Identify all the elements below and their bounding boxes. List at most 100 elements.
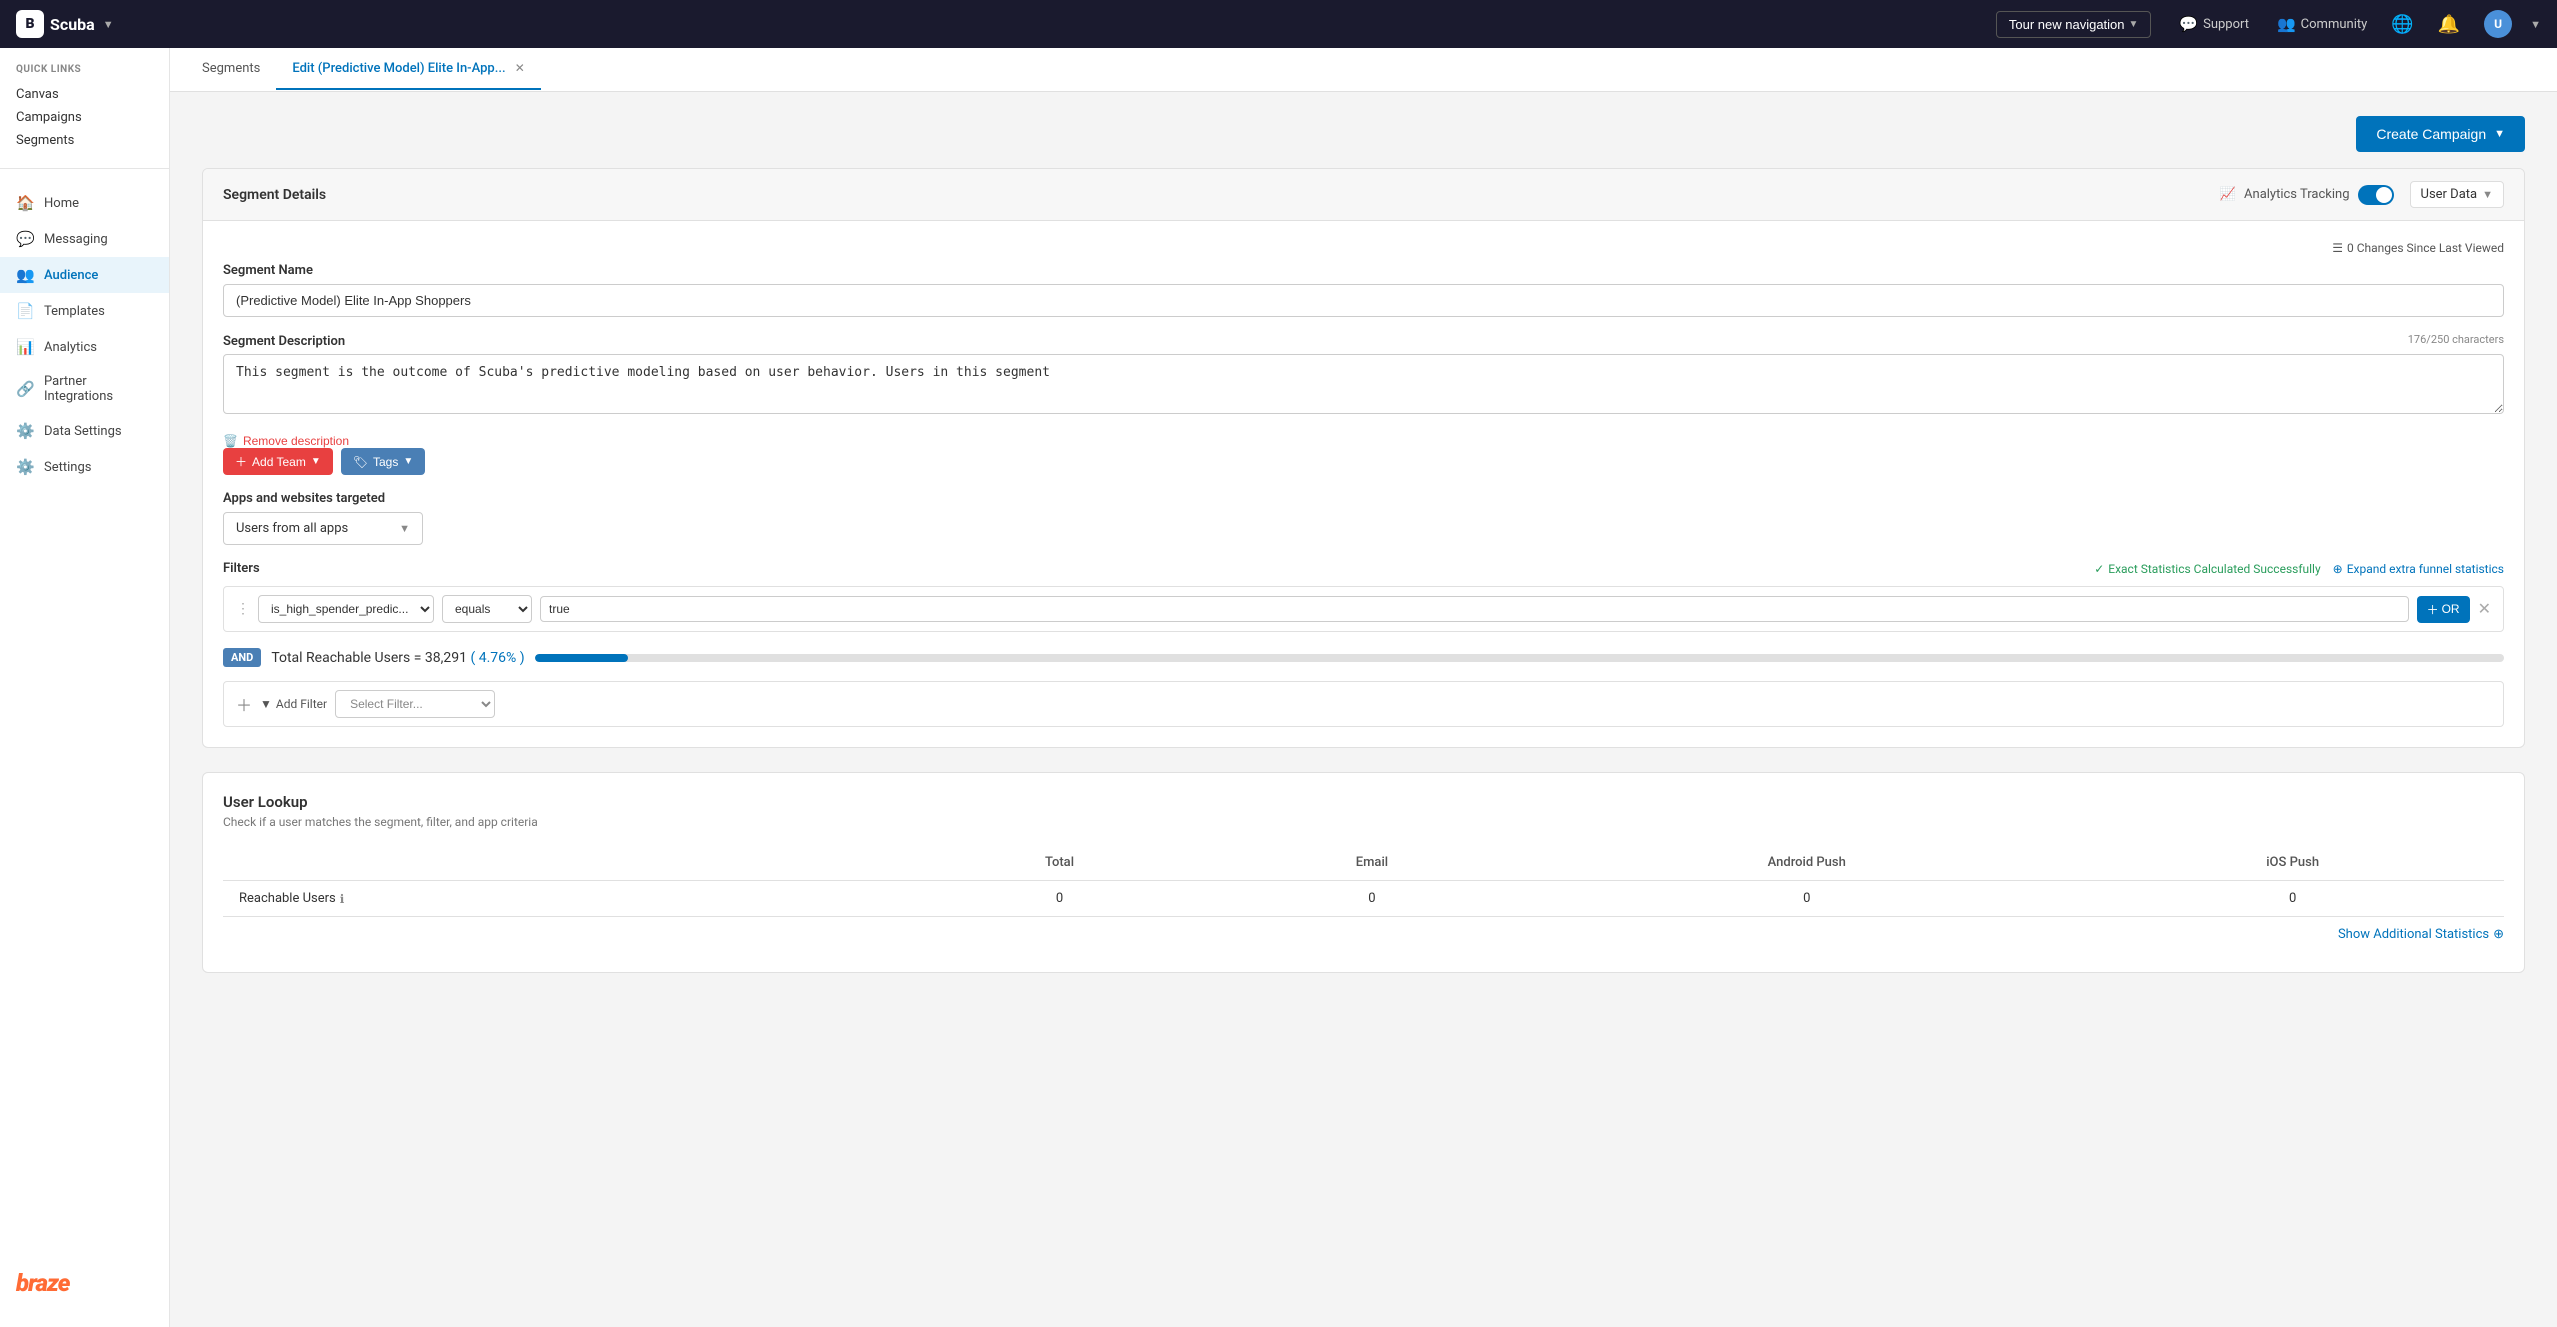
templates-icon: 📄 <box>16 302 34 320</box>
show-additional-plus-icon: ⊕ <box>2493 927 2504 942</box>
changes-list-icon: ☰ <box>2332 241 2343 255</box>
reachable-count-value: 38,291 <box>425 650 467 666</box>
filters-section: Filters ✓ Exact Statistics Calculated Su… <box>223 561 2504 727</box>
segment-description-group: Segment Description 176/250 characters T… <box>223 333 2504 418</box>
add-team-label: Add Team <box>252 455 306 469</box>
sidebar-item-label-home: Home <box>44 196 79 211</box>
support-label: Support <box>2203 17 2249 32</box>
quick-link-segments[interactable]: Segments <box>16 129 153 152</box>
user-lookup-section: User Lookup Check if a user matches the … <box>202 772 2525 973</box>
sidebar-item-analytics[interactable]: 📊 Analytics <box>0 329 169 365</box>
changes-link[interactable]: ☰ 0 Changes Since Last Viewed <box>2332 241 2504 255</box>
tag-icon: 🏷 <box>353 455 368 469</box>
add-filter-select[interactable]: Select Filter... <box>335 690 495 718</box>
analytics-icon: 📊 <box>16 338 34 356</box>
drag-handle-icon[interactable]: ⋮ <box>236 601 250 617</box>
filter-field-select[interactable]: is_high_spender_predic... <box>258 595 434 623</box>
sidebar-item-data-settings[interactable]: ⚙️ Data Settings <box>0 413 169 449</box>
sidebar-item-home[interactable]: 🏠 Home <box>0 185 169 221</box>
tab-segments[interactable]: Segments <box>186 49 276 90</box>
main-content: Segments Edit (Predictive Model) Elite I… <box>170 48 2557 1327</box>
add-filter-row: ＋ ▼ Add Filter Select Filter... <box>223 681 2504 727</box>
org-chevron-icon[interactable]: ▼ <box>103 18 114 31</box>
page-area: Create Campaign ▼ Segment Details 📈 Anal… <box>170 92 2557 997</box>
bell-icon[interactable]: 🔔 <box>2438 14 2460 35</box>
exact-stats-label: ✓ Exact Statistics Calculated Successful… <box>2094 562 2320 576</box>
braze-logo: braze <box>0 1249 169 1307</box>
remove-description-button[interactable]: 🗑️ Remove description <box>223 434 349 448</box>
support-link[interactable]: 💬 Support <box>2179 15 2249 33</box>
filter-remove-button[interactable]: ✕ <box>2478 599 2491 619</box>
char-count: 176/250 characters <box>2408 333 2504 346</box>
community-label: Community <box>2301 17 2368 32</box>
apps-group: Apps and websites targeted Users from al… <box>223 491 2504 545</box>
stats-table-header-row: Total Email Android Push iOS Push <box>223 845 2504 881</box>
reachable-email-value: 0 <box>1212 881 1533 917</box>
community-link[interactable]: 👥 Community <box>2277 15 2367 33</box>
analytics-tracking-control: 📈 Analytics Tracking <box>2220 185 2394 205</box>
quick-link-campaigns[interactable]: Campaigns <box>16 106 153 129</box>
filters-header-right: ✓ Exact Statistics Calculated Successful… <box>2094 562 2504 576</box>
user-lookup-title: User Lookup <box>223 793 2504 811</box>
user-data-button[interactable]: User Data ▼ <box>2410 181 2504 208</box>
tab-close-icon[interactable]: ✕ <box>515 61 525 75</box>
tags-button[interactable]: 🏷 Tags ▼ <box>341 448 426 475</box>
expand-funnel-button[interactable]: ⊕ Expand extra funnel statistics <box>2333 562 2504 576</box>
sidebar-item-settings[interactable]: ⚙️ Settings <box>0 449 169 485</box>
show-additional-label: Show Additional Statistics <box>2338 927 2489 942</box>
globe-icon[interactable]: 🌐 <box>2391 14 2413 35</box>
sidebar-item-partner-integrations[interactable]: 🔗 Partner Integrations <box>0 365 169 413</box>
progress-bar-fill <box>535 654 629 662</box>
info-icon[interactable]: ℹ <box>340 892 345 906</box>
sidebar-nav: 🏠 Home 💬 Messaging 👥 Audience 📄 Template… <box>0 177 169 493</box>
sidebar-item-messaging[interactable]: 💬 Messaging <box>0 221 169 257</box>
add-team-button[interactable]: ＋ Add Team ▼ <box>223 448 333 475</box>
sidebar-divider <box>0 168 169 169</box>
reachable-total-value: 0 <box>907 881 1211 917</box>
changes-label: 0 Changes Since Last Viewed <box>2347 241 2504 255</box>
apps-dropdown[interactable]: Users from all apps ▼ <box>223 512 423 545</box>
segment-details-title: Segment Details <box>223 187 326 203</box>
filters-title: Filters <box>223 561 260 576</box>
filters-header: Filters ✓ Exact Statistics Calculated Su… <box>223 561 2504 576</box>
sidebar-item-label-messaging: Messaging <box>44 232 108 247</box>
show-additional-stats-link[interactable]: Show Additional Statistics ⊕ <box>223 917 2504 952</box>
org-name: Scuba <box>50 15 95 34</box>
stats-table: Total Email Android Push iOS Push Reacha… <box>223 845 2504 917</box>
add-filter-label: ▼ Add Filter <box>260 697 327 711</box>
create-campaign-button[interactable]: Create Campaign ▼ <box>2356 116 2525 152</box>
filter-value-input[interactable] <box>540 596 2409 622</box>
segment-name-input[interactable] <box>223 284 2504 317</box>
create-campaign-label: Create Campaign <box>2376 126 2486 142</box>
reachable-android-value: 0 <box>1532 881 2081 917</box>
avatar[interactable]: U <box>2484 10 2512 38</box>
sidebar-item-audience[interactable]: 👥 Audience <box>0 257 169 293</box>
segment-card-header-right: 📈 Analytics Tracking User Data ▼ <box>2220 181 2504 208</box>
support-icon: 💬 <box>2179 15 2198 33</box>
add-team-plus-icon: ＋ <box>235 453 247 470</box>
data-settings-icon: ⚙️ <box>16 422 34 440</box>
tags-row: ＋ Add Team ▼ 🏷 Tags ▼ <box>223 448 2504 475</box>
segment-card-body: ☰ 0 Changes Since Last Viewed Segment Na… <box>203 221 2524 747</box>
filter-or-button[interactable]: ＋ OR <box>2417 596 2470 623</box>
reachable-progress-bar <box>535 654 2504 662</box>
avatar-chevron-icon[interactable]: ▼ <box>2530 18 2541 31</box>
segment-description-textarea[interactable]: This segment is the outcome of Scuba's p… <box>223 354 2504 414</box>
quick-link-canvas[interactable]: Canvas <box>16 83 153 106</box>
filter-operator-select[interactable]: equals <box>442 595 532 623</box>
settings-icon: ⚙️ <box>16 458 34 476</box>
brand-logo[interactable]: B Scuba ▼ <box>16 10 114 38</box>
audience-icon: 👥 <box>16 266 34 284</box>
chart-icon: 📈 <box>2220 187 2236 202</box>
sidebar-item-templates[interactable]: 📄 Templates <box>0 293 169 329</box>
home-icon: 🏠 <box>16 194 34 212</box>
sidebar-item-label-data-settings: Data Settings <box>44 424 122 439</box>
sidebar-item-label-audience: Audience <box>44 268 98 283</box>
table-row: Reachable Users ℹ 0 0 0 0 <box>223 881 2504 917</box>
tour-navigation-button[interactable]: Tour new navigation ▼ <box>1996 11 2152 38</box>
reachable-users-cell: Reachable Users ℹ <box>223 881 907 917</box>
create-campaign-chevron-icon: ▼ <box>2494 128 2505 140</box>
tour-chevron-icon: ▼ <box>2129 19 2139 30</box>
tab-edit-segment[interactable]: Edit (Predictive Model) Elite In-App... … <box>276 49 541 90</box>
analytics-tracking-toggle[interactable] <box>2358 185 2394 205</box>
